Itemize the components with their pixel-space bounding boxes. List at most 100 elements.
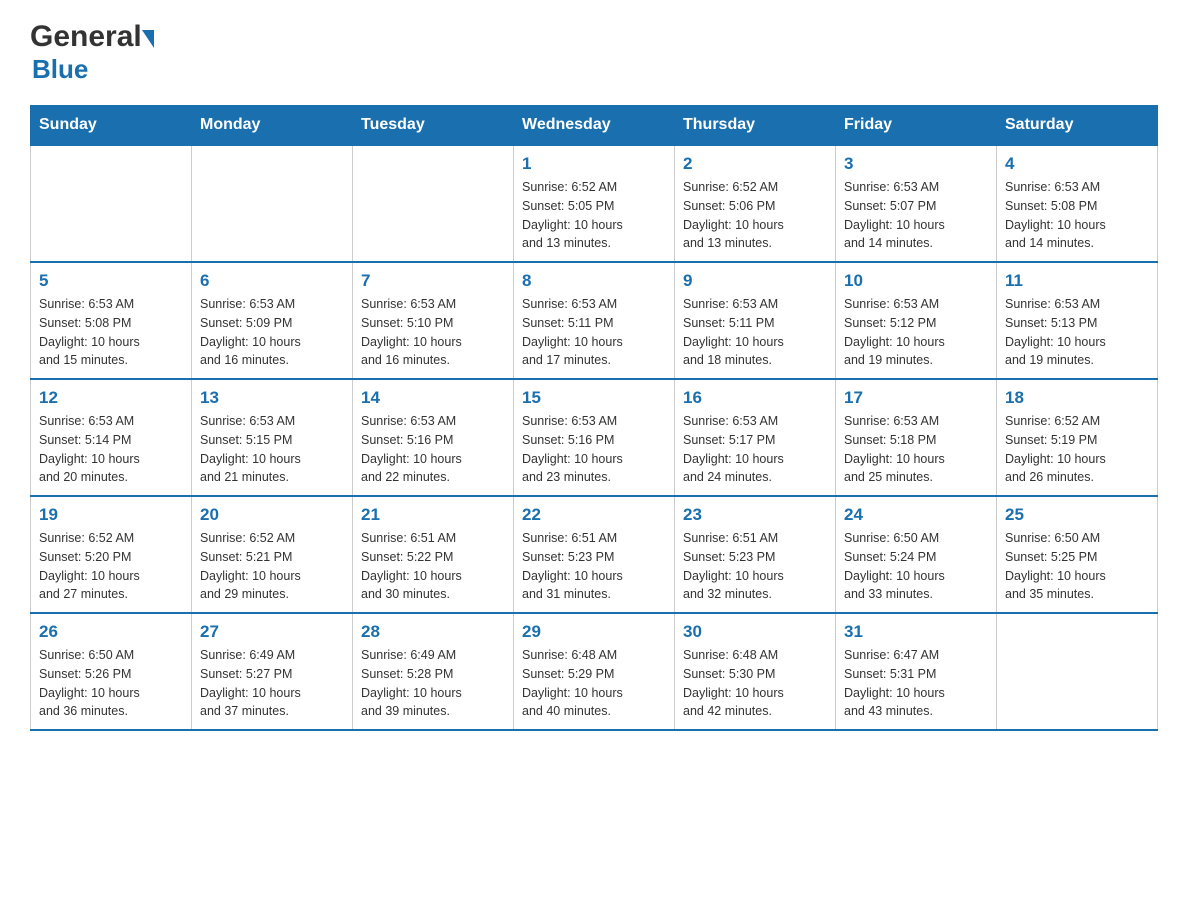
- day-header-thursday: Thursday: [675, 106, 836, 146]
- day-info: Sunrise: 6:47 AM Sunset: 5:31 PM Dayligh…: [844, 646, 988, 721]
- day-number: 7: [361, 271, 505, 291]
- logo: General Blue: [30, 20, 154, 85]
- calendar-cell: [192, 145, 353, 262]
- calendar-cell: 27 Sunrise: 6:49 AM Sunset: 5:27 PM Dayli…: [192, 613, 353, 730]
- calendar-cell: 18 Sunrise: 6:52 AM Sunset: 5:19 PM Dayli…: [997, 379, 1158, 496]
- calendar-cell: 26 Sunrise: 6:50 AM Sunset: 5:26 PM Dayli…: [31, 613, 192, 730]
- day-info: Sunrise: 6:48 AM Sunset: 5:30 PM Dayligh…: [683, 646, 827, 721]
- calendar-cell: 2Sunrise: 6:52 AM Sunset: 5:06 PM Daylig…: [675, 145, 836, 262]
- day-info: Sunrise: 6:53 AM Sunset: 5:11 PM Dayligh…: [522, 295, 666, 370]
- day-number: 26: [39, 622, 183, 642]
- logo-blue: Blue: [32, 54, 88, 85]
- day-number: 25: [1005, 505, 1149, 525]
- day-number: 15: [522, 388, 666, 408]
- day-info: Sunrise: 6:50 AM Sunset: 5:25 PM Dayligh…: [1005, 529, 1149, 604]
- day-info: Sunrise: 6:53 AM Sunset: 5:10 PM Dayligh…: [361, 295, 505, 370]
- day-number: 24: [844, 505, 988, 525]
- calendar-cell: 7 Sunrise: 6:53 AM Sunset: 5:10 PM Daylig…: [353, 262, 514, 379]
- day-info: Sunrise: 6:48 AM Sunset: 5:29 PM Dayligh…: [522, 646, 666, 721]
- day-number: 12: [39, 388, 183, 408]
- week-row-4: 19 Sunrise: 6:52 AM Sunset: 5:20 PM Dayli…: [31, 496, 1158, 613]
- day-number: 31: [844, 622, 988, 642]
- calendar-cell: 5 Sunrise: 6:53 AM Sunset: 5:08 PM Daylig…: [31, 262, 192, 379]
- day-number: 11: [1005, 271, 1149, 291]
- calendar-cell: 15Sunrise: 6:53 AM Sunset: 5:16 PM Dayli…: [514, 379, 675, 496]
- day-info: Sunrise: 6:51 AM Sunset: 5:23 PM Dayligh…: [522, 529, 666, 604]
- calendar-cell: 3 Sunrise: 6:53 AM Sunset: 5:07 PM Daylig…: [836, 145, 997, 262]
- logo-arrow-icon: [142, 30, 154, 48]
- day-info: Sunrise: 6:53 AM Sunset: 5:07 PM Dayligh…: [844, 178, 988, 253]
- calendar-body: 1 Sunrise: 6:52 AM Sunset: 5:05 PM Daylig…: [31, 145, 1158, 730]
- day-number: 20: [200, 505, 344, 525]
- day-info: Sunrise: 6:52 AM Sunset: 5:21 PM Dayligh…: [200, 529, 344, 604]
- day-number: 28: [361, 622, 505, 642]
- week-row-2: 5 Sunrise: 6:53 AM Sunset: 5:08 PM Daylig…: [31, 262, 1158, 379]
- day-info: Sunrise: 6:52 AM Sunset: 5:20 PM Dayligh…: [39, 529, 183, 604]
- day-number: 10: [844, 271, 988, 291]
- day-info: Sunrise: 6:53 AM Sunset: 5:11 PM Dayligh…: [683, 295, 827, 370]
- calendar-cell: 10 Sunrise: 6:53 AM Sunset: 5:12 PM Dayli…: [836, 262, 997, 379]
- day-number: 23: [683, 505, 827, 525]
- day-info: Sunrise: 6:52 AM Sunset: 5:19 PM Dayligh…: [1005, 412, 1149, 487]
- day-info: Sunrise: 6:53 AM Sunset: 5:17 PM Dayligh…: [683, 412, 827, 487]
- calendar-cell: 23 Sunrise: 6:51 AM Sunset: 5:23 PM Dayli…: [675, 496, 836, 613]
- day-number: 18: [1005, 388, 1149, 408]
- day-number: 19: [39, 505, 183, 525]
- day-info: Sunrise: 6:50 AM Sunset: 5:26 PM Dayligh…: [39, 646, 183, 721]
- day-info: Sunrise: 6:53 AM Sunset: 5:18 PM Dayligh…: [844, 412, 988, 487]
- calendar-cell: 31 Sunrise: 6:47 AM Sunset: 5:31 PM Dayli…: [836, 613, 997, 730]
- day-number: 29: [522, 622, 666, 642]
- calendar-table: SundayMondayTuesdayWednesdayThursdayFrid…: [30, 105, 1158, 731]
- calendar-cell: 4Sunrise: 6:53 AM Sunset: 5:08 PM Daylig…: [997, 145, 1158, 262]
- logo-general: General: [30, 20, 142, 54]
- week-row-1: 1 Sunrise: 6:52 AM Sunset: 5:05 PM Daylig…: [31, 145, 1158, 262]
- day-number: 8: [522, 271, 666, 291]
- day-number: 30: [683, 622, 827, 642]
- calendar-cell: 29 Sunrise: 6:48 AM Sunset: 5:29 PM Dayli…: [514, 613, 675, 730]
- day-header-sunday: Sunday: [31, 106, 192, 146]
- calendar-cell: 28Sunrise: 6:49 AM Sunset: 5:28 PM Dayli…: [353, 613, 514, 730]
- day-info: Sunrise: 6:52 AM Sunset: 5:05 PM Dayligh…: [522, 178, 666, 253]
- day-number: 5: [39, 271, 183, 291]
- day-number: 9: [683, 271, 827, 291]
- day-info: Sunrise: 6:51 AM Sunset: 5:23 PM Dayligh…: [683, 529, 827, 604]
- day-info: Sunrise: 6:53 AM Sunset: 5:14 PM Dayligh…: [39, 412, 183, 487]
- calendar-cell: [997, 613, 1158, 730]
- calendar-cell: 13Sunrise: 6:53 AM Sunset: 5:15 PM Dayli…: [192, 379, 353, 496]
- day-info: Sunrise: 6:53 AM Sunset: 5:08 PM Dayligh…: [1005, 178, 1149, 253]
- calendar-cell: 9 Sunrise: 6:53 AM Sunset: 5:11 PM Daylig…: [675, 262, 836, 379]
- calendar-cell: 1 Sunrise: 6:52 AM Sunset: 5:05 PM Daylig…: [514, 145, 675, 262]
- calendar-cell: 12 Sunrise: 6:53 AM Sunset: 5:14 PM Dayli…: [31, 379, 192, 496]
- calendar-cell: 22 Sunrise: 6:51 AM Sunset: 5:23 PM Dayli…: [514, 496, 675, 613]
- day-number: 6: [200, 271, 344, 291]
- day-info: Sunrise: 6:53 AM Sunset: 5:16 PM Dayligh…: [361, 412, 505, 487]
- page-header: General Blue: [30, 20, 1158, 85]
- day-number: 17: [844, 388, 988, 408]
- calendar-cell: 30 Sunrise: 6:48 AM Sunset: 5:30 PM Dayli…: [675, 613, 836, 730]
- day-info: Sunrise: 6:51 AM Sunset: 5:22 PM Dayligh…: [361, 529, 505, 604]
- calendar-cell: 14Sunrise: 6:53 AM Sunset: 5:16 PM Dayli…: [353, 379, 514, 496]
- calendar-cell: 8 Sunrise: 6:53 AM Sunset: 5:11 PM Daylig…: [514, 262, 675, 379]
- day-number: 1: [522, 154, 666, 174]
- day-number: 3: [844, 154, 988, 174]
- day-header-friday: Friday: [836, 106, 997, 146]
- day-number: 27: [200, 622, 344, 642]
- day-info: Sunrise: 6:52 AM Sunset: 5:06 PM Dayligh…: [683, 178, 827, 253]
- day-header-monday: Monday: [192, 106, 353, 146]
- calendar-cell: 25 Sunrise: 6:50 AM Sunset: 5:25 PM Dayli…: [997, 496, 1158, 613]
- day-info: Sunrise: 6:53 AM Sunset: 5:09 PM Dayligh…: [200, 295, 344, 370]
- day-info: Sunrise: 6:49 AM Sunset: 5:27 PM Dayligh…: [200, 646, 344, 721]
- day-header-saturday: Saturday: [997, 106, 1158, 146]
- day-info: Sunrise: 6:53 AM Sunset: 5:12 PM Dayligh…: [844, 295, 988, 370]
- day-number: 21: [361, 505, 505, 525]
- calendar-cell: 11 Sunrise: 6:53 AM Sunset: 5:13 PM Dayli…: [997, 262, 1158, 379]
- calendar-cell: 16Sunrise: 6:53 AM Sunset: 5:17 PM Dayli…: [675, 379, 836, 496]
- calendar-cell: 19 Sunrise: 6:52 AM Sunset: 5:20 PM Dayli…: [31, 496, 192, 613]
- calendar-header: SundayMondayTuesdayWednesdayThursdayFrid…: [31, 106, 1158, 146]
- day-info: Sunrise: 6:53 AM Sunset: 5:13 PM Dayligh…: [1005, 295, 1149, 370]
- day-info: Sunrise: 6:53 AM Sunset: 5:08 PM Dayligh…: [39, 295, 183, 370]
- calendar-cell: 20 Sunrise: 6:52 AM Sunset: 5:21 PM Dayli…: [192, 496, 353, 613]
- day-number: 13: [200, 388, 344, 408]
- day-number: 22: [522, 505, 666, 525]
- calendar-cell: 24Sunrise: 6:50 AM Sunset: 5:24 PM Dayli…: [836, 496, 997, 613]
